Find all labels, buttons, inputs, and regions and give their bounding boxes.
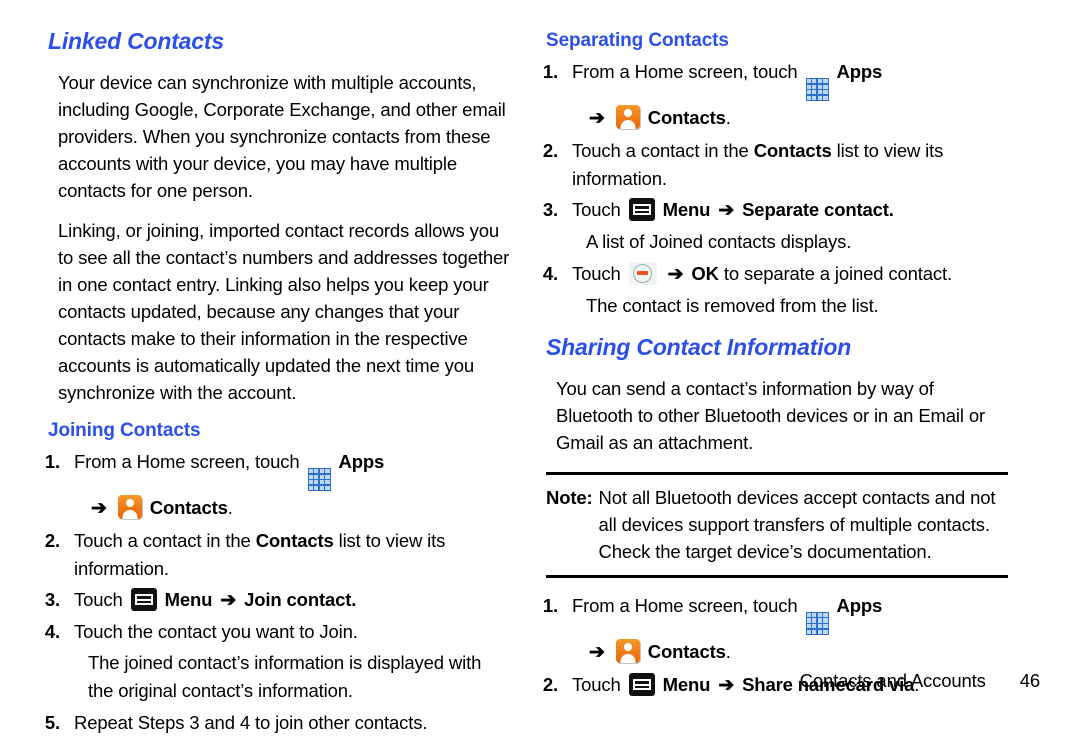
- arrow-icon: ➔: [91, 497, 107, 519]
- step-continuation: ➔ Contacts.: [586, 638, 1008, 667]
- step-text: Touch a contact in the: [74, 529, 251, 551]
- page-title: Linked Contacts: [48, 28, 224, 54]
- arrow-icon: ➔: [718, 674, 735, 696]
- step-number: 1.: [542, 61, 558, 82]
- step-body: Touch ➔ OK to separate a joined contact.: [572, 260, 1008, 289]
- left-column: Linked Contacts Your device can synchron…: [40, 28, 510, 733]
- ok-button-label: OK: [691, 262, 719, 284]
- menu-icon[interactable]: [628, 197, 655, 221]
- menu-label: Menu: [662, 198, 711, 220]
- period: .: [725, 640, 731, 662]
- step-result-text: The contact is removed from the list.: [586, 294, 879, 316]
- step-text: From a Home screen, touch: [572, 594, 798, 616]
- footer-page-number: 46: [1019, 670, 1040, 691]
- step-body: Touch the contact you want to Join.: [74, 620, 358, 642]
- contacts-app-icon[interactable]: [117, 494, 142, 519]
- step-text: Touch a contact in the: [572, 139, 749, 161]
- step-body: From a Home screen, touch Apps: [74, 448, 510, 491]
- step-item: 3. Touch Menu ➔ Join contact.: [40, 586, 510, 615]
- step-number: 4.: [44, 620, 60, 642]
- period: .: [725, 106, 731, 128]
- step-item: 4. Touch ➔ OK to separate a joined conta…: [538, 260, 1008, 289]
- step-body: Touch a contact in the Contacts list to …: [74, 527, 510, 583]
- step-number: 2.: [542, 673, 558, 695]
- step-item: 1. From a Home screen, touch Apps: [538, 592, 1008, 635]
- step-continuation: ➔ Contacts.: [586, 104, 1008, 133]
- contacts-label: Contacts: [647, 640, 726, 662]
- step-number: 4.: [542, 262, 558, 284]
- menu-label: Menu: [164, 588, 213, 610]
- apps-label: Apps: [836, 61, 883, 82]
- arrow-icon: ➔: [220, 589, 237, 611]
- manual-page: Linked Contacts Your device can synchron…: [0, 0, 1080, 733]
- note-label: Note:: [546, 486, 593, 508]
- step-text-tail: to separate a joined contact.: [723, 262, 952, 284]
- step-item: 2. Touch a contact in the Contacts list …: [538, 137, 1008, 193]
- section-heading-separating-contacts: Separating Contacts: [546, 30, 729, 51]
- step-number: 1.: [542, 594, 558, 616]
- step-text: Touch: [572, 673, 621, 695]
- contacts-list-label: Contacts: [753, 139, 832, 161]
- step-text: Touch: [74, 588, 123, 610]
- arrow-icon: ➔: [718, 199, 735, 221]
- period: .: [227, 496, 233, 518]
- step-body: Repeat Steps 3 and 4 to join other conta…: [74, 711, 428, 733]
- section-heading-sharing-contact-information: Sharing Contact Information: [546, 333, 852, 360]
- step-number: 5.: [44, 711, 60, 733]
- note-line: Note: Not all Bluetooth devices accept c…: [546, 484, 1008, 565]
- footer-section-name: Contacts and Accounts: [799, 670, 986, 691]
- contacts-app-icon[interactable]: [615, 638, 640, 663]
- step-body: From a Home screen, touch Apps: [572, 58, 1008, 101]
- step-text: From a Home screen, touch: [572, 61, 798, 82]
- step-number: 2.: [44, 529, 60, 551]
- contacts-label: Contacts: [647, 106, 726, 128]
- arrow-icon: ➔: [589, 641, 605, 663]
- step-body: Touch Menu ➔ Join contact.: [74, 586, 510, 615]
- arrow-icon: ➔: [589, 107, 605, 129]
- contacts-list-label: Contacts: [255, 529, 334, 551]
- contacts-label: Contacts: [149, 496, 228, 518]
- step-item: 3. Touch Menu ➔ Separate contact.: [538, 196, 1008, 225]
- step-item: 5. Repeat Steps 3 and 4 to join other co…: [40, 709, 510, 737]
- apps-label: Apps: [338, 451, 385, 472]
- apps-grid-icon[interactable]: [307, 467, 331, 491]
- right-column: Separating Contacts 1. From a Home scree…: [538, 28, 1008, 720]
- menu-action-label: Separate contact.: [742, 198, 894, 220]
- apps-label: Apps: [836, 594, 883, 616]
- step-item: 1. From a Home screen, touch Apps: [538, 58, 1008, 101]
- step-result-text: The joined contact’s information is disp…: [88, 651, 482, 701]
- section-heading-joining-contacts: Joining Contacts: [48, 420, 201, 441]
- menu-action-label: Join contact.: [244, 588, 357, 610]
- intro-paragraph-1: Your device can synchronize with multipl…: [58, 72, 506, 201]
- apps-grid-icon[interactable]: [805, 611, 829, 635]
- step-body: Touch a contact in the Contacts list to …: [572, 137, 1008, 193]
- remove-contact-icon[interactable]: [628, 261, 657, 285]
- step-text: Touch: [572, 198, 621, 220]
- step-body: From a Home screen, touch Apps: [572, 592, 1008, 635]
- note-text: Not all Bluetooth devices accept contact…: [598, 486, 996, 562]
- step-item: 2. Touch a contact in the Contacts list …: [40, 527, 510, 583]
- menu-icon[interactable]: [628, 672, 655, 696]
- step-number: 1.: [44, 451, 60, 472]
- step-text: From a Home screen, touch: [74, 451, 300, 472]
- step-text: Touch: [572, 262, 621, 284]
- step-number: 2.: [542, 139, 558, 161]
- page-footer: Contacts and Accounts 46: [799, 670, 1041, 692]
- contacts-app-icon[interactable]: [615, 104, 640, 129]
- menu-label: Menu: [662, 673, 711, 695]
- step-result-text: A list of Joined contacts displays.: [586, 230, 852, 252]
- step-number: 3.: [542, 198, 558, 220]
- arrow-icon: ➔: [667, 263, 684, 285]
- intro-paragraph-2: Linking, or joining, imported contact re…: [58, 220, 510, 403]
- step-number: 3.: [44, 588, 60, 610]
- note-callout: Note: Not all Bluetooth devices accept c…: [546, 471, 1008, 578]
- menu-icon[interactable]: [130, 587, 157, 611]
- apps-grid-icon[interactable]: [805, 77, 829, 101]
- step-continuation: ➔ Contacts.: [88, 494, 510, 523]
- step-body: Touch Menu ➔ Separate contact.: [572, 196, 1008, 225]
- sharing-paragraph: You can send a contact’s information by …: [556, 377, 985, 453]
- step-item: 4. Touch the contact you want to Join.: [40, 618, 510, 646]
- step-item: 1. From a Home screen, touch Apps: [40, 448, 510, 491]
